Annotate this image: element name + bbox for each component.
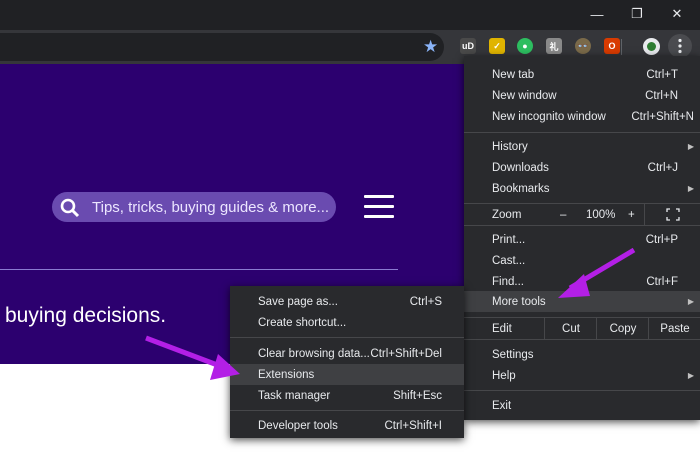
office-icon[interactable]: O xyxy=(604,38,620,54)
divider-line xyxy=(0,269,398,270)
menu-label: Downloads xyxy=(492,161,549,174)
menu-shortcut: Ctrl+F xyxy=(646,275,678,288)
menu-item-exit[interactable]: Exit xyxy=(464,395,700,416)
menu-label: Cast... xyxy=(492,254,526,267)
profile-avatar[interactable] xyxy=(643,38,660,55)
avatar-leaf-icon xyxy=(647,42,656,51)
menu-label: History xyxy=(492,140,528,153)
submenu-item-clear-browsing-data[interactable]: Clear browsing data... Ctrl+Shift+Del xyxy=(230,343,464,364)
menu-label: New window xyxy=(492,89,557,102)
more-tools-submenu: Save page as... Ctrl+S Create shortcut...… xyxy=(230,286,464,438)
menu-label: New incognito window xyxy=(492,110,606,123)
menu-label: Help xyxy=(492,369,516,382)
menu-label: Save page as... xyxy=(258,295,338,308)
menu-shortcut: Ctrl+Shift+I xyxy=(384,419,442,432)
copy-button[interactable]: Copy xyxy=(596,318,649,339)
chrome-menu-button[interactable] xyxy=(668,34,692,58)
owl-icon[interactable]: 👓 xyxy=(575,38,591,54)
menu-label: Task manager xyxy=(258,389,331,402)
menu-shortcut: Ctrl+Shift+Del xyxy=(370,347,442,360)
menu-label: Zoom xyxy=(492,208,522,221)
site-search-box[interactable]: Tips, tricks, buying guides & more... xyxy=(52,192,336,222)
menu-shortcut: Shift+Esc xyxy=(393,389,442,402)
menu-item-edit: Edit Cut Copy Paste xyxy=(464,318,700,339)
zoom-level: 100% xyxy=(586,208,616,221)
ublock-icon[interactable]: uD xyxy=(460,38,476,54)
chrome-main-menu: New tab Ctrl+T New window Ctrl+N New incog… xyxy=(464,56,700,420)
submenu-arrow-icon: ▶ xyxy=(687,184,694,193)
menu-separator xyxy=(464,390,700,391)
submenu-item-save-page[interactable]: Save page as... Ctrl+S xyxy=(230,291,464,312)
toolbar-divider xyxy=(621,39,622,55)
menu-item-new-incognito[interactable]: New incognito window Ctrl+Shift+N xyxy=(464,106,700,127)
menu-label: Developer tools xyxy=(258,419,338,432)
submenu-arrow-icon: ▶ xyxy=(687,142,694,151)
bookmark-star-icon[interactable]: ★ xyxy=(423,37,438,57)
translate-icon[interactable]: 礼 xyxy=(546,38,562,54)
menu-shortcut: Ctrl+T xyxy=(646,68,678,81)
address-bar[interactable]: ★ xyxy=(0,33,444,61)
submenu-arrow-icon: ▶ xyxy=(687,297,694,306)
menu-label: Bookmarks xyxy=(492,182,550,195)
zoom-out-button[interactable]: – xyxy=(560,209,566,221)
title-bar: — ❐ ✕ xyxy=(0,0,700,30)
paste-button[interactable]: Paste xyxy=(648,318,700,339)
menu-separator xyxy=(464,132,700,133)
close-button[interactable]: ✕ xyxy=(654,0,700,28)
menu-label: Print... xyxy=(492,233,526,246)
menu-shortcut: Ctrl+J xyxy=(647,161,678,174)
menu-label: Exit xyxy=(492,399,512,412)
menu-shortcut: Ctrl+Shift+N xyxy=(631,110,694,123)
menu-separator xyxy=(464,225,700,226)
hamburger-menu-icon[interactable] xyxy=(364,195,394,219)
menu-separator xyxy=(230,410,464,411)
menu-separator xyxy=(464,339,700,340)
menu-shortcut: Ctrl+P xyxy=(645,233,678,246)
menu-item-help[interactable]: Help ▶ xyxy=(464,365,700,386)
menu-label: Settings xyxy=(492,348,534,361)
menu-item-settings[interactable]: Settings xyxy=(464,344,700,365)
menu-separator xyxy=(230,337,464,338)
zoom-in-button[interactable]: + xyxy=(628,209,635,221)
menu-item-history[interactable]: History ▶ xyxy=(464,136,700,157)
menu-label: New tab xyxy=(492,68,535,81)
submenu-item-extensions[interactable]: Extensions xyxy=(230,364,464,385)
menu-item-new-window[interactable]: New window Ctrl+N xyxy=(464,85,700,106)
hero-tagline: buying decisions. xyxy=(5,304,167,327)
menu-label: More tools xyxy=(492,295,546,308)
search-placeholder: Tips, tricks, buying guides & more... xyxy=(92,198,330,216)
search-icon xyxy=(60,198,80,218)
menu-label: Extensions xyxy=(258,368,315,381)
annotation-arrow-more-tools xyxy=(558,247,636,298)
submenu-item-developer-tools[interactable]: Developer tools Ctrl+Shift+I xyxy=(230,415,464,436)
menu-shortcut: Ctrl+N xyxy=(645,89,678,102)
kebab-menu-icon xyxy=(678,38,682,54)
menu-item-bookmarks[interactable]: Bookmarks ▶ xyxy=(464,178,700,199)
cut-button[interactable]: Cut xyxy=(544,318,597,339)
submenu-arrow-icon: ▶ xyxy=(687,371,694,380)
menu-label: Edit xyxy=(492,322,512,335)
submenu-item-create-shortcut[interactable]: Create shortcut... xyxy=(230,312,464,333)
menu-label: Find... xyxy=(492,275,524,288)
fullscreen-button[interactable] xyxy=(644,204,700,225)
evernote-icon[interactable]: ● xyxy=(517,38,533,54)
menu-label: Clear browsing data... xyxy=(258,347,370,360)
norton-icon[interactable]: ✓ xyxy=(489,38,505,54)
menu-item-new-tab[interactable]: New tab Ctrl+T xyxy=(464,64,700,85)
menu-item-zoom: Zoom – 100% + xyxy=(464,204,700,225)
submenu-item-task-manager[interactable]: Task manager Shift+Esc xyxy=(230,385,464,406)
menu-item-downloads[interactable]: Downloads Ctrl+J xyxy=(464,157,700,178)
menu-label: Create shortcut... xyxy=(258,316,347,329)
annotation-arrow-extensions xyxy=(145,335,240,380)
menu-shortcut: Ctrl+S xyxy=(409,295,442,308)
fullscreen-icon xyxy=(666,208,680,221)
